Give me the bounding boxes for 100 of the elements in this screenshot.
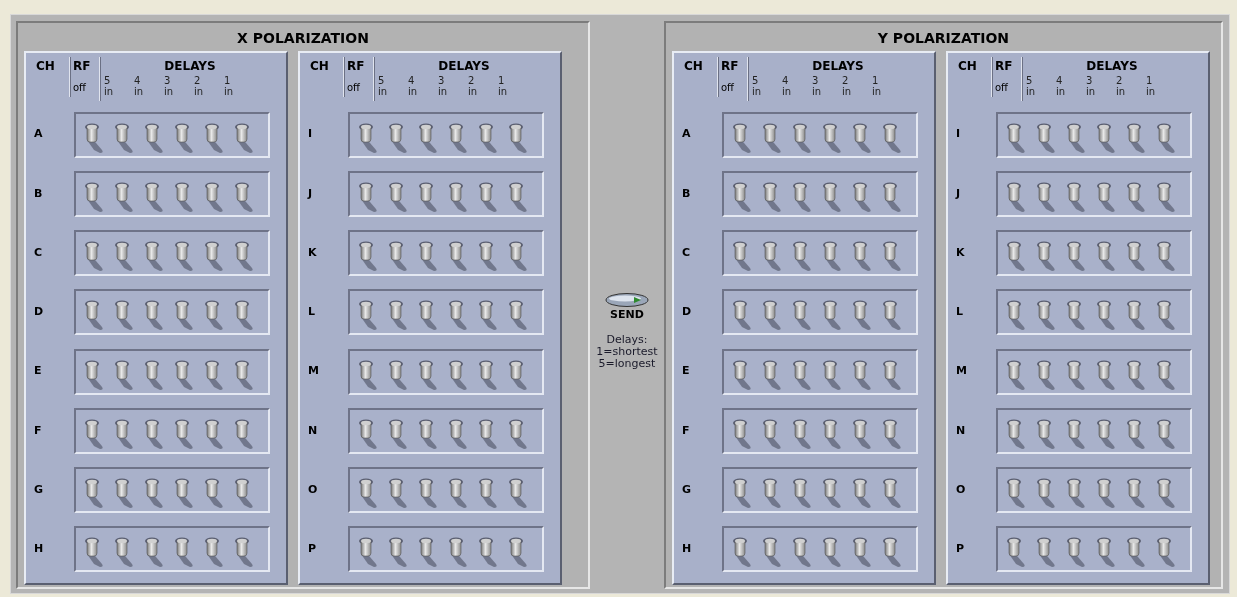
toggle-switch[interactable]: [821, 417, 844, 450]
toggle-switch[interactable]: [144, 417, 166, 450]
toggle-switch[interactable]: [881, 536, 904, 569]
toggle-switch[interactable]: [388, 121, 410, 154]
toggle-switch[interactable]: [358, 180, 380, 213]
toggle-switch[interactable]: [821, 536, 844, 569]
toggle-switch[interactable]: [174, 180, 196, 213]
toggle-switch[interactable]: [234, 536, 256, 569]
toggle-switch[interactable]: [84, 358, 106, 391]
toggle-switch[interactable]: [851, 358, 874, 391]
toggle-switch[interactable]: [1125, 536, 1148, 569]
toggle-switch[interactable]: [204, 180, 226, 213]
toggle-switch[interactable]: [881, 477, 904, 510]
toggle-switch[interactable]: [204, 358, 226, 391]
toggle-switch[interactable]: [478, 417, 500, 450]
toggle-switch[interactable]: [791, 299, 814, 332]
toggle-switch[interactable]: [1005, 536, 1028, 569]
toggle-switch[interactable]: [508, 358, 530, 391]
toggle-switch[interactable]: [881, 121, 904, 154]
toggle-switch[interactable]: [791, 536, 814, 569]
toggle-switch[interactable]: [731, 240, 754, 273]
toggle-switch[interactable]: [791, 358, 814, 391]
toggle-switch[interactable]: [821, 240, 844, 273]
toggle-switch[interactable]: [1005, 180, 1028, 213]
toggle-switch[interactable]: [114, 536, 136, 569]
toggle-switch[interactable]: [1035, 477, 1058, 510]
toggle-switch[interactable]: [174, 477, 196, 510]
toggle-switch[interactable]: [1005, 477, 1028, 510]
toggle-switch[interactable]: [791, 180, 814, 213]
toggle-switch[interactable]: [478, 240, 500, 273]
toggle-switch[interactable]: [1065, 358, 1088, 391]
toggle-switch[interactable]: [204, 121, 226, 154]
toggle-switch[interactable]: [358, 477, 380, 510]
toggle-switch[interactable]: [1095, 180, 1118, 213]
toggle-switch[interactable]: [418, 536, 440, 569]
toggle-switch[interactable]: [1065, 299, 1088, 332]
toggle-switch[interactable]: [1065, 417, 1088, 450]
toggle-switch[interactable]: [1035, 180, 1058, 213]
toggle-switch[interactable]: [851, 536, 874, 569]
toggle-switch[interactable]: [448, 536, 470, 569]
toggle-switch[interactable]: [234, 358, 256, 391]
toggle-switch[interactable]: [204, 536, 226, 569]
toggle-switch[interactable]: [851, 121, 874, 154]
toggle-switch[interactable]: [761, 477, 784, 510]
toggle-switch[interactable]: [388, 536, 410, 569]
toggle-switch[interactable]: [761, 299, 784, 332]
toggle-switch[interactable]: [508, 240, 530, 273]
toggle-switch[interactable]: [448, 417, 470, 450]
toggle-switch[interactable]: [388, 477, 410, 510]
toggle-switch[interactable]: [1065, 536, 1088, 569]
toggle-switch[interactable]: [881, 240, 904, 273]
toggle-switch[interactable]: [388, 299, 410, 332]
toggle-switch[interactable]: [234, 121, 256, 154]
toggle-switch[interactable]: [84, 536, 106, 569]
toggle-switch[interactable]: [508, 417, 530, 450]
toggle-switch[interactable]: [1035, 299, 1058, 332]
toggle-switch[interactable]: [174, 240, 196, 273]
toggle-switch[interactable]: [174, 536, 196, 569]
toggle-switch[interactable]: [448, 121, 470, 154]
toggle-switch[interactable]: [234, 299, 256, 332]
toggle-switch[interactable]: [881, 180, 904, 213]
toggle-switch[interactable]: [358, 536, 380, 569]
toggle-switch[interactable]: [418, 358, 440, 391]
toggle-switch[interactable]: [174, 299, 196, 332]
toggle-switch[interactable]: [1125, 477, 1148, 510]
toggle-switch[interactable]: [448, 358, 470, 391]
toggle-switch[interactable]: [791, 477, 814, 510]
toggle-switch[interactable]: [478, 477, 500, 510]
toggle-switch[interactable]: [204, 299, 226, 332]
toggle-switch[interactable]: [821, 180, 844, 213]
toggle-switch[interactable]: [1065, 121, 1088, 154]
toggle-switch[interactable]: [358, 121, 380, 154]
toggle-switch[interactable]: [731, 180, 754, 213]
toggle-switch[interactable]: [1035, 240, 1058, 273]
toggle-switch[interactable]: [358, 358, 380, 391]
toggle-switch[interactable]: [791, 121, 814, 154]
toggle-switch[interactable]: [851, 180, 874, 213]
toggle-switch[interactable]: [1125, 180, 1148, 213]
toggle-switch[interactable]: [1125, 121, 1148, 154]
toggle-switch[interactable]: [234, 180, 256, 213]
toggle-switch[interactable]: [1155, 477, 1178, 510]
toggle-switch[interactable]: [448, 180, 470, 213]
toggle-switch[interactable]: [1155, 240, 1178, 273]
toggle-switch[interactable]: [418, 240, 440, 273]
toggle-switch[interactable]: [1065, 180, 1088, 213]
toggle-switch[interactable]: [418, 477, 440, 510]
toggle-switch[interactable]: [1095, 240, 1118, 273]
toggle-switch[interactable]: [761, 240, 784, 273]
toggle-switch[interactable]: [204, 417, 226, 450]
toggle-switch[interactable]: [358, 299, 380, 332]
toggle-switch[interactable]: [851, 417, 874, 450]
toggle-switch[interactable]: [84, 299, 106, 332]
toggle-switch[interactable]: [761, 121, 784, 154]
toggle-switch[interactable]: [761, 358, 784, 391]
toggle-switch[interactable]: [84, 477, 106, 510]
toggle-switch[interactable]: [1125, 417, 1148, 450]
toggle-switch[interactable]: [1125, 299, 1148, 332]
toggle-switch[interactable]: [448, 477, 470, 510]
toggle-switch[interactable]: [1005, 299, 1028, 332]
toggle-switch[interactable]: [731, 477, 754, 510]
